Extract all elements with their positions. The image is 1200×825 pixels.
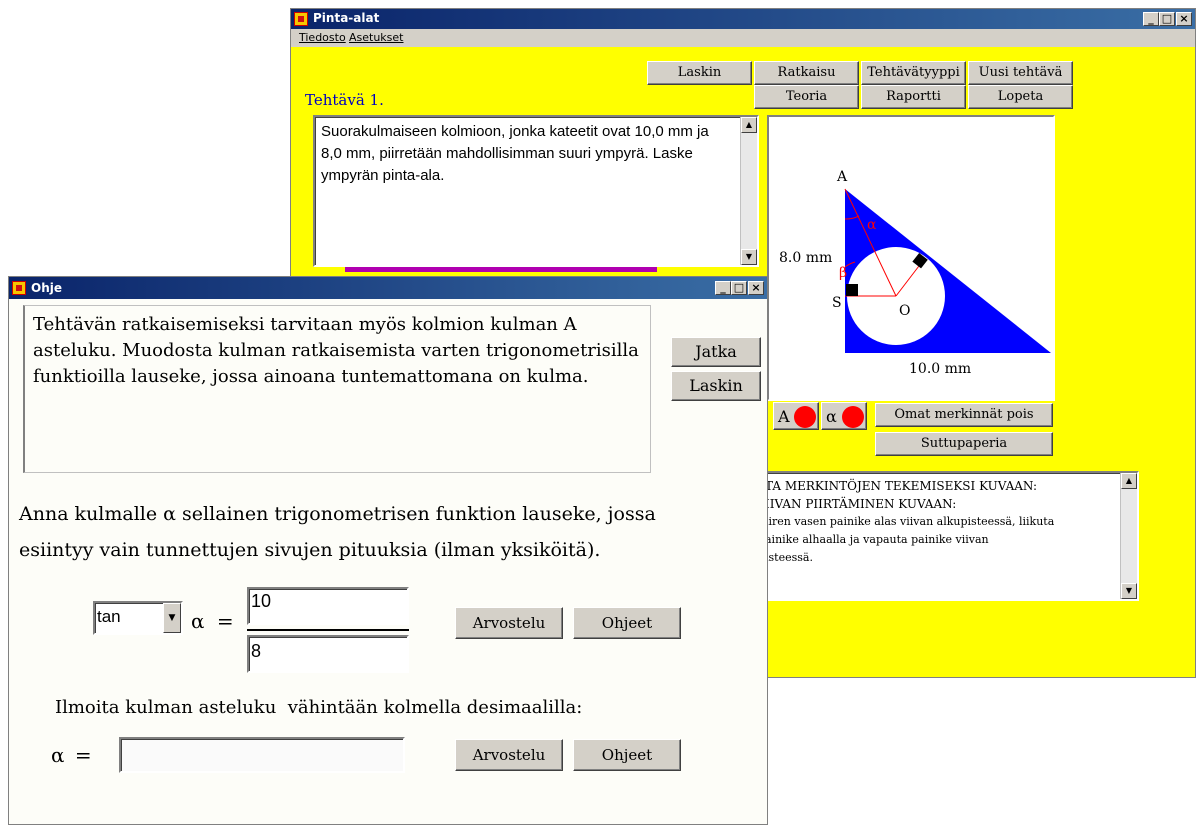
- label-beta: β: [839, 265, 847, 281]
- right-angle-S-marker: [846, 284, 858, 296]
- label-O: O: [899, 303, 910, 319]
- laskin-button[interactable]: Laskin: [647, 61, 752, 85]
- main-window-title: Pinta-alat: [313, 11, 380, 25]
- help-scrollbar[interactable]: ▲ ▼: [1120, 473, 1137, 599]
- menu-tiedosto[interactable]: Tiedosto: [299, 31, 346, 44]
- dialog-title: Ohje: [31, 281, 62, 295]
- app-icon: [12, 281, 26, 295]
- app-icon: [294, 12, 308, 26]
- maximize-icon[interactable]: □: [731, 281, 747, 295]
- red-dot-icon: [794, 406, 816, 428]
- maximize-icon[interactable]: □: [1159, 12, 1175, 26]
- help-line-4: ainike alhaalla ja vapauta painike viiva…: [765, 533, 989, 546]
- label-alpha: α: [867, 217, 877, 233]
- task-text: Suorakulmaiseen kolmioon, jonka kateetit…: [321, 123, 709, 184]
- teoria-button[interactable]: Teoria: [754, 85, 859, 109]
- numerator-value: 10: [251, 591, 272, 611]
- help-line-1: TA MERKINTÖJEN TEKEMISEKSI KUVAAN:: [765, 479, 1038, 493]
- denominator-value: 8: [251, 641, 262, 661]
- close-icon[interactable]: ×: [1176, 12, 1192, 26]
- help-line-3: iiren vasen painike alas viivan alkupist…: [765, 515, 1055, 528]
- scroll-up-icon[interactable]: ▲: [741, 117, 757, 133]
- scroll-down-icon[interactable]: ▼: [1121, 583, 1137, 599]
- menu-bar: Tiedosto Asetukset: [291, 29, 1195, 47]
- tehtavatyyppi-button[interactable]: Tehtävätyyppi: [861, 61, 966, 85]
- degrees-prompt: Ilmoita kulman asteluku vähintään kolmel…: [55, 697, 583, 718]
- help-line-2: IIVAN PIIRTÄMINEN KUVAAN:: [765, 497, 957, 511]
- grade-button-2[interactable]: Arvostelu: [455, 739, 563, 771]
- minimize-icon[interactable]: _: [1143, 12, 1159, 26]
- triangle-figure[interactable]: A α β 8.0 mm S O 10.0 mm: [769, 117, 1053, 399]
- hint-dialog: Ohje _ □ × Tehtävän ratkaisemiseksi tarv…: [8, 276, 768, 825]
- label-10mm: 10.0 mm: [909, 361, 971, 377]
- scratch-paper-button[interactable]: Suttupaperia: [875, 432, 1053, 456]
- task-heading: Tehtävä 1.: [305, 91, 384, 109]
- help-line-5: isteessä.: [765, 551, 813, 564]
- grade-button-1[interactable]: Arvostelu: [455, 607, 563, 639]
- prompt-line-2: esiintyy vain tunnettujen sivujen pituuk…: [19, 539, 601, 561]
- clear-marks-button[interactable]: Omat merkinnät pois: [875, 403, 1053, 427]
- red-dot-icon: [842, 406, 864, 428]
- minimize-icon[interactable]: _: [715, 281, 731, 295]
- raportti-button[interactable]: Raportti: [861, 85, 966, 109]
- alpha-label: α =: [51, 743, 92, 767]
- marker-alpha-button[interactable]: α: [821, 402, 867, 430]
- marker-a-label: A: [778, 407, 790, 426]
- hint-text-box: Tehtävän ratkaisemiseksi tarvitaan myös …: [23, 305, 651, 473]
- ratkaisu-button[interactable]: Ratkaisu: [754, 61, 859, 85]
- task-scrollbar[interactable]: ▲ ▼: [740, 117, 757, 265]
- fraction-bar: [247, 629, 409, 631]
- main-title-bar[interactable]: Pinta-alat _ □ ×: [291, 9, 1195, 29]
- instructions-button-2[interactable]: Ohjeet: [573, 739, 681, 771]
- alpha-equals-label: α =: [191, 609, 234, 633]
- hint-text: Tehtävän ratkaisemiseksi tarvitaan myös …: [33, 314, 639, 387]
- menu-asetukset[interactable]: Asetukset: [349, 31, 404, 44]
- scroll-down-icon[interactable]: ▼: [741, 249, 757, 265]
- calculator-button[interactable]: Laskin: [671, 371, 761, 401]
- instructions-button-1[interactable]: Ohjeet: [573, 607, 681, 639]
- purple-strip: [345, 267, 657, 272]
- prompt-line-1: Anna kulmalle α sellainen trigonometrise…: [19, 503, 656, 525]
- help-text: TA MERKINTÖJEN TEKEMISEKSI KUVAAN: IIVAN…: [765, 477, 1054, 567]
- scroll-up-icon[interactable]: ▲: [1121, 473, 1137, 489]
- label-A: A: [836, 169, 848, 185]
- lopeta-button[interactable]: Lopeta: [968, 85, 1073, 109]
- numerator-input[interactable]: 10: [247, 587, 409, 625]
- function-select-value: tan: [97, 607, 121, 626]
- chevron-down-icon[interactable]: ▼: [163, 603, 181, 633]
- label-S: S: [832, 295, 842, 311]
- task-text-box[interactable]: Suorakulmaiseen kolmioon, jonka kateetit…: [313, 115, 759, 267]
- figure-panel: A α β 8.0 mm S O 10.0 mm: [767, 115, 1055, 401]
- continue-button[interactable]: Jatka: [671, 337, 761, 367]
- marker-a-button[interactable]: A: [773, 402, 819, 430]
- marker-alpha-label: α: [826, 407, 837, 426]
- denominator-input[interactable]: 8: [247, 635, 409, 673]
- label-8mm: 8.0 mm: [779, 250, 832, 266]
- uusi-tehtava-button[interactable]: Uusi tehtävä: [968, 61, 1073, 85]
- close-icon[interactable]: ×: [748, 281, 764, 295]
- degrees-input[interactable]: [119, 737, 405, 773]
- dialog-title-bar[interactable]: Ohje _ □ ×: [9, 277, 767, 299]
- function-select[interactable]: tan ▼: [93, 601, 183, 635]
- help-text-box[interactable]: TA MERKINTÖJEN TEKEMISEKSI KUVAAN: IIVAN…: [757, 471, 1139, 601]
